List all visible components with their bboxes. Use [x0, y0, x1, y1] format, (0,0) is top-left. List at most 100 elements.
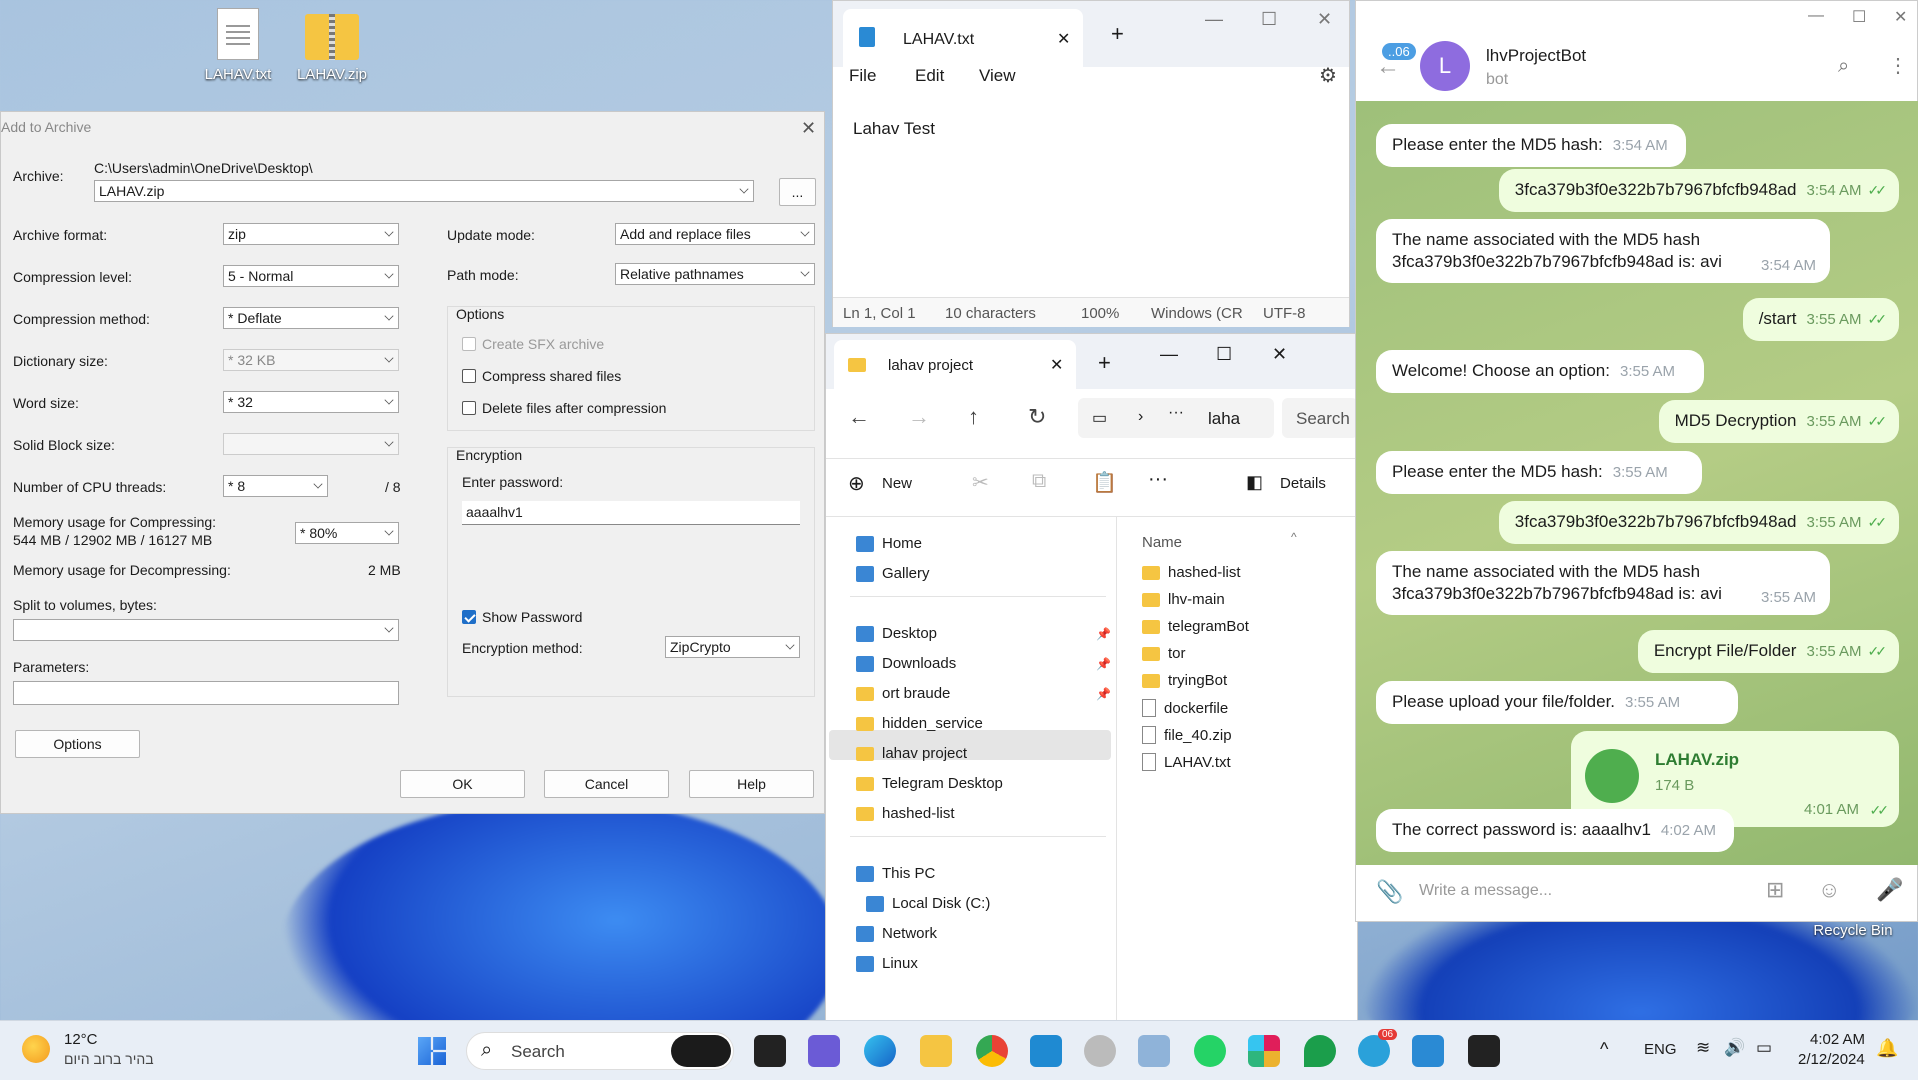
minimize-icon[interactable]: — [1160, 344, 1178, 365]
up-arrow-icon[interactable]: ↑ [968, 404, 979, 430]
show-password-checkbox[interactable]: Show Password [462, 609, 582, 625]
more-icon[interactable]: ··· [1168, 404, 1184, 422]
vscode-icon[interactable] [1030, 1035, 1062, 1067]
copilot-icon[interactable] [671, 1035, 731, 1067]
minimize-icon[interactable]: — [1808, 7, 1824, 25]
avatar[interactable]: L [1420, 41, 1470, 91]
mem-comp-combo[interactable]: * 80% [295, 522, 399, 544]
message-bubble[interactable]: The name associated with the MD5 hash 3fc… [1376, 219, 1830, 283]
slack-icon[interactable] [1248, 1035, 1280, 1067]
microphone-icon[interactable]: 🎤 [1876, 877, 1903, 903]
taskbar-search[interactable]: ⌕ Search [466, 1032, 734, 1070]
browse-button[interactable]: ... [779, 178, 816, 206]
cut-icon[interactable]: ✂ [972, 470, 989, 495]
archive-name-combo[interactable]: LAHAV.zip [94, 180, 754, 202]
teams-icon[interactable] [808, 1035, 840, 1067]
menu-file[interactable]: File [849, 66, 876, 86]
nav-item[interactable]: Home [856, 535, 922, 552]
name-column-header[interactable]: Name [1142, 534, 1182, 551]
message-input[interactable]: Write a message... [1419, 882, 1552, 900]
compress-shared-checkbox[interactable]: Compress shared files [462, 368, 621, 384]
options-button[interactable]: Options [15, 730, 140, 758]
wifi-icon[interactable]: ≋ [1696, 1038, 1710, 1058]
mongodb-icon[interactable] [1304, 1035, 1336, 1067]
nav-item[interactable]: Local Disk (C:) [866, 895, 990, 912]
close-tab-icon[interactable]: ✕ [1050, 355, 1063, 375]
weather-icon[interactable] [22, 1035, 50, 1063]
search-box[interactable]: Search [1282, 398, 1358, 438]
message-bubble[interactable]: Please enter the MD5 hash: 3:54 AM [1376, 124, 1686, 167]
cancel-button[interactable]: Cancel [544, 770, 669, 798]
help-button[interactable]: Help [689, 770, 814, 798]
file-row[interactable]: file_40.zip [1142, 726, 1232, 744]
task-view-icon[interactable] [754, 1035, 786, 1067]
message-bubble[interactable]: 3fca379b3f0e322b7b7967bfcfb948ad 3:55 AM ✓… [1498, 501, 1899, 544]
close-icon[interactable]: ✕ [1272, 344, 1287, 365]
explorer-tab[interactable]: lahav project ✕ [834, 340, 1076, 390]
message-bubble[interactable]: Welcome! Choose an option: 3:55 AM [1376, 350, 1704, 393]
notepad-tab[interactable]: LAHAV.txt ✕ [843, 9, 1083, 67]
maximize-icon[interactable]: ☐ [1852, 7, 1866, 27]
notepad-icon[interactable] [1412, 1035, 1444, 1067]
chat-name[interactable]: lhvProjectBot [1486, 46, 1586, 66]
disc-icon[interactable] [1084, 1035, 1116, 1067]
ok-button[interactable]: OK [400, 770, 525, 798]
refresh-icon[interactable]: ↻ [1028, 404, 1046, 430]
forward-arrow-icon[interactable]: → [908, 404, 930, 430]
new-button[interactable]: New [882, 475, 912, 492]
level-combo[interactable]: 5 - Normal [223, 265, 399, 287]
attach-icon[interactable]: 📎 [1376, 879, 1403, 905]
chevron-up-icon[interactable]: ^ [1600, 1039, 1608, 1060]
message-bubble[interactable]: Encrypt File/Folder 3:55 AM ✓✓ [1637, 630, 1899, 673]
close-icon[interactable]: ✕ [801, 118, 816, 139]
whatsapp-icon[interactable] [1194, 1035, 1226, 1067]
word-combo[interactable]: * 32 [223, 391, 399, 413]
chrome-icon[interactable] [976, 1035, 1008, 1067]
close-icon[interactable]: ✕ [1317, 9, 1332, 30]
search-icon[interactable]: ⌕ [1838, 55, 1849, 78]
split-combo[interactable] [13, 619, 399, 641]
more-vertical-icon[interactable]: ⋮ [1888, 53, 1908, 78]
details-pane-icon[interactable]: ◧ [1246, 472, 1263, 493]
format-combo[interactable]: zip [223, 223, 399, 245]
file-row[interactable]: telegramBot [1142, 618, 1249, 635]
new-tab-icon[interactable]: + [1111, 21, 1124, 47]
nav-item[interactable]: hashed-list [856, 805, 955, 822]
nav-item[interactable]: Telegram Desktop [856, 775, 1003, 792]
nav-item[interactable]: Desktop [856, 625, 937, 642]
pin-icon[interactable]: 📌 [1096, 627, 1111, 641]
file-row[interactable]: dockerfile [1142, 699, 1228, 717]
update-combo[interactable]: Add and replace files [615, 223, 815, 245]
file-row[interactable]: LAHAV.txt [1142, 753, 1231, 771]
file-row[interactable]: tor [1142, 645, 1186, 662]
nav-item[interactable]: Downloads [856, 655, 956, 672]
message-bubble[interactable]: /start 3:55 AM ✓✓ [1742, 298, 1899, 341]
7zip-icon[interactable] [1468, 1035, 1500, 1067]
message-bubble[interactable]: MD5 Decryption 3:55 AM ✓✓ [1658, 400, 1899, 443]
menu-edit[interactable]: Edit [915, 66, 944, 86]
params-input[interactable] [13, 681, 399, 705]
file-explorer-icon[interactable] [920, 1035, 952, 1067]
file-icon[interactable] [1585, 749, 1639, 803]
file-row[interactable]: lhv-main [1142, 591, 1225, 608]
language-indicator[interactable]: ENG [1644, 1041, 1677, 1058]
message-bubble[interactable]: The correct password is: aaaalhv1 4:02 AM [1376, 809, 1734, 852]
path-combo[interactable]: Relative pathnames [615, 263, 815, 285]
file-row[interactable]: hashed-list [1142, 564, 1241, 581]
notepad-content[interactable]: Lahav Test [853, 119, 935, 139]
maximize-icon[interactable]: ☐ [1216, 344, 1232, 365]
recycle-bin[interactable]: Recycle Bin [1808, 922, 1898, 939]
new-plus-icon[interactable]: ⊕ [848, 471, 865, 496]
desktop-icon-zip[interactable]: LAHAV.zip [292, 8, 372, 83]
delete-after-checkbox[interactable]: Delete files after compression [462, 400, 666, 416]
enc-method-combo[interactable]: ZipCrypto [665, 636, 800, 658]
message-bubble[interactable]: Please enter the MD5 hash: 3:55 AM [1376, 451, 1702, 494]
pin-icon[interactable]: 📌 [1096, 687, 1111, 701]
message-bubble[interactable]: The name associated with the MD5 hash 3fc… [1376, 551, 1830, 615]
paste-icon[interactable]: 📋 [1092, 470, 1117, 495]
nav-item[interactable]: Linux [856, 955, 918, 972]
new-tab-icon[interactable]: + [1098, 350, 1111, 376]
cpu-combo[interactable]: * 8 [223, 475, 328, 497]
menu-view[interactable]: View [979, 66, 1016, 86]
minimize-icon[interactable]: — [1205, 9, 1223, 30]
